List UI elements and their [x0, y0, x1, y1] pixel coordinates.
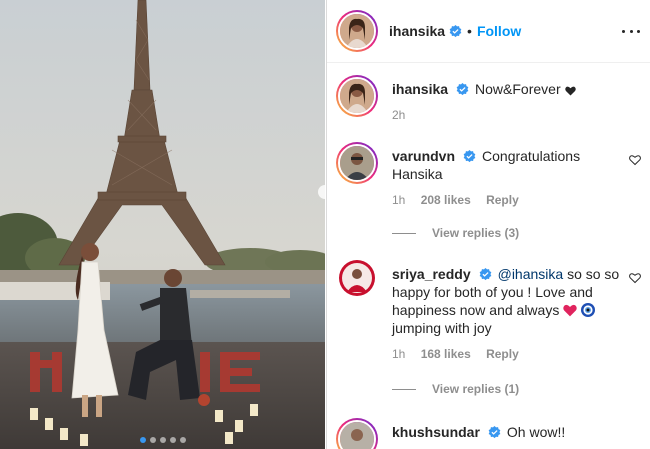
carousel-dot — [139, 437, 146, 443]
comment-text: Oh wow!! — [506, 424, 566, 440]
comments-panel: ihansika • Follow ihansika Now&Forever 2… — [326, 0, 650, 449]
view-replies-button[interactable]: View replies (3) — [392, 226, 519, 240]
caption-avatar[interactable] — [336, 75, 378, 117]
verified-badge-icon — [463, 150, 476, 163]
reply-button[interactable]: Reply — [486, 193, 519, 207]
caption-username[interactable]: ihansika — [392, 81, 448, 97]
carousel-dots — [0, 437, 325, 443]
comment-likes[interactable]: 208 likes — [421, 193, 471, 207]
header-username[interactable]: ihansika — [389, 23, 445, 39]
comment-item: khushsundar Oh wow!! — [336, 418, 641, 449]
verified-badge-icon — [488, 426, 501, 439]
carousel-dot — [169, 437, 176, 443]
commenter-avatar[interactable] — [336, 418, 378, 449]
view-replies-label: View replies (1) — [432, 382, 520, 396]
replies-divider — [392, 388, 416, 390]
black-heart-emoji — [564, 86, 576, 96]
follow-button[interactable]: Follow — [477, 23, 521, 39]
carousel-dot — [179, 437, 186, 443]
carousel-dot — [149, 437, 156, 443]
nazar-amulet-emoji — [581, 303, 596, 317]
author-avatar[interactable] — [336, 10, 378, 52]
caption: ihansika Now&Forever 2h — [336, 75, 641, 124]
verified-badge-icon — [449, 24, 462, 37]
comment-likes[interactable]: 168 likes — [421, 347, 471, 361]
post-header: ihansika • Follow — [327, 0, 650, 63]
comment-item: varundvn Congratulations Hansika 1h 208 … — [336, 142, 641, 209]
view-replies-label: View replies (3) — [432, 226, 520, 240]
comment-username[interactable]: varundvn — [392, 148, 455, 164]
header-separator: • — [467, 23, 472, 39]
post-image[interactable] — [0, 0, 325, 449]
caption-text: Now&Forever — [475, 81, 561, 97]
heart-icon[interactable] — [629, 154, 641, 166]
comment-username[interactable]: sriya_reddy — [392, 266, 471, 282]
caption-time[interactable]: 2h — [392, 108, 405, 122]
comment-username[interactable]: khushsundar — [392, 424, 480, 440]
verified-badge-icon — [456, 83, 469, 96]
red-heart-emoji — [563, 304, 577, 317]
view-replies-button[interactable]: View replies (1) — [392, 382, 519, 396]
replies-divider — [392, 232, 416, 234]
reply-button[interactable]: Reply — [486, 347, 519, 361]
carousel-dot — [159, 437, 166, 443]
comment-text-tail: jumping with joy — [392, 320, 492, 336]
comment-time[interactable]: 1h — [392, 193, 405, 207]
commenter-avatar[interactable] — [339, 260, 375, 296]
comment-item: sriya_reddy @ihansika so so so happy for… — [336, 260, 641, 363]
more-options-icon[interactable] — [622, 22, 640, 40]
heart-icon[interactable] — [629, 272, 641, 284]
mention-link[interactable]: @ihansika — [498, 266, 564, 282]
commenter-avatar[interactable] — [336, 142, 378, 184]
verified-badge-icon — [479, 268, 491, 281]
comment-time[interactable]: 1h — [392, 347, 405, 361]
